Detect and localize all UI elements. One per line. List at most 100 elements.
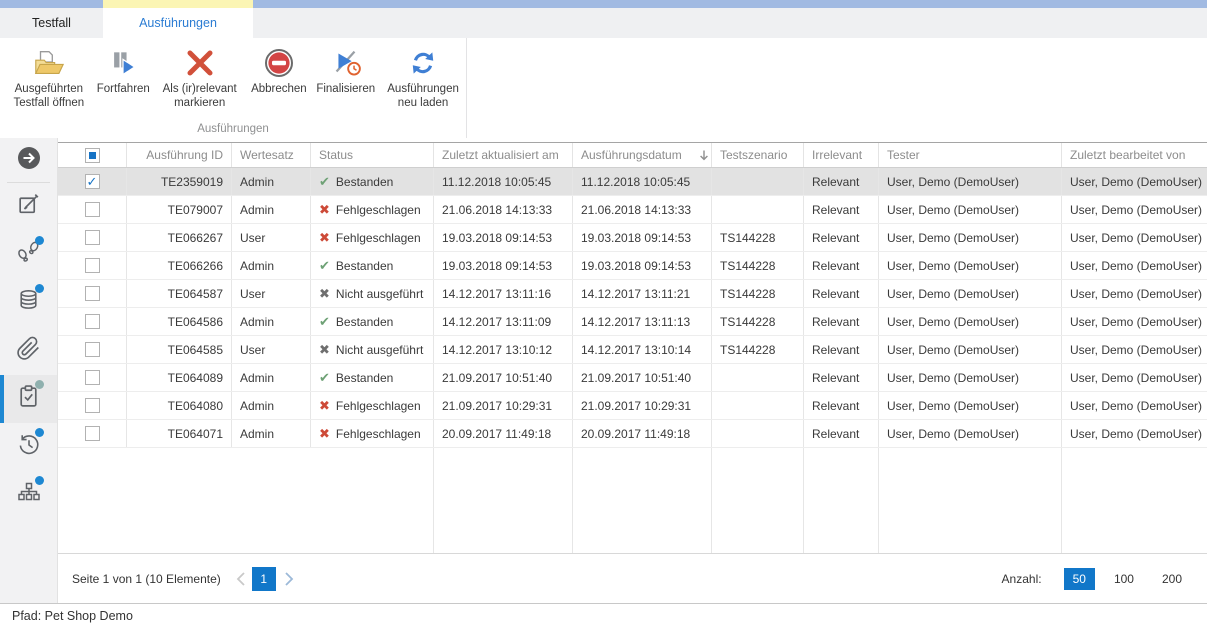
cell-ausfuehrung-id: TE064585 — [127, 336, 232, 363]
previous-page-button[interactable] — [235, 571, 247, 587]
sidebar-item-executions[interactable] — [0, 375, 57, 423]
row-checkbox[interactable] — [85, 398, 100, 413]
mark-irrelevant-icon — [185, 47, 215, 79]
cell-ausfuehrungsdatum: 21.09.2017 10:29:31 — [573, 392, 712, 419]
row-checkbox[interactable] — [85, 370, 100, 385]
next-page-button[interactable] — [283, 571, 295, 587]
column-header-wertesatz[interactable]: Wertesatz — [232, 143, 311, 167]
sidebar-item-data[interactable] — [0, 279, 57, 327]
titlebar-strip — [0, 0, 1207, 8]
cell-irrelevant: Relevant — [804, 392, 879, 419]
table-row[interactable]: TE066267User✖Fehlgeschlagen19.03.2018 09… — [58, 224, 1207, 252]
cell-testszenario: TS144228 — [712, 252, 804, 279]
row-checkbox[interactable] — [85, 230, 100, 245]
page-size-label: Anzahl: — [1002, 572, 1042, 586]
row-checkbox[interactable] — [85, 202, 100, 217]
cell-ausfuehrung-id: TE064587 — [127, 280, 232, 307]
row-checkbox[interactable] — [85, 426, 100, 441]
cell-zuletzt-aktualisiert: 14.12.2017 13:10:12 — [434, 336, 573, 363]
sidebar-item-hierarchy[interactable] — [0, 471, 57, 519]
select-all-checkbox[interactable] — [85, 148, 100, 163]
page-size-option-100[interactable]: 100 — [1105, 568, 1143, 590]
sidebar-item-history[interactable] — [0, 423, 57, 471]
open-executed-testcase-button[interactable]: Ausgeführten Testfall öffnen — [5, 43, 93, 114]
page-number-button[interactable]: 1 — [252, 567, 276, 591]
sidebar-item-attachments[interactable] — [0, 327, 57, 375]
column-header-testszenario[interactable]: Testszenario — [712, 143, 804, 167]
cell-status: ✖Fehlgeschlagen — [311, 392, 434, 419]
column-header-ausfuehrung-id[interactable]: Ausführung ID — [127, 143, 232, 167]
cell-irrelevant: Relevant — [804, 420, 879, 447]
cell-ausfuehrungsdatum: 11.12.2018 10:05:45 — [573, 168, 712, 195]
toolbar-group-ausfuehrungen: Ausgeführten Testfall öffnen Fortfahren … — [0, 38, 467, 138]
cancel-button[interactable]: Abbrechen — [247, 43, 310, 100]
row-checkbox[interactable] — [85, 286, 100, 301]
column-header-ausfuehrungsdatum[interactable]: Ausführungsdatum — [573, 143, 712, 167]
cell-wertesatz: Admin — [232, 392, 311, 419]
column-header-status[interactable]: Status — [311, 143, 434, 167]
table-row[interactable]: TE2359019Admin✔Bestanden11.12.2018 10:05… — [58, 168, 1207, 196]
row-checkbox[interactable] — [85, 174, 100, 189]
table-row[interactable]: TE064071Admin✖Fehlgeschlagen20.09.2017 1… — [58, 420, 1207, 448]
paperclip-icon — [16, 336, 41, 366]
row-select-cell — [58, 168, 127, 195]
button-label: Ausgeführten Testfall öffnen — [7, 82, 91, 110]
table-row[interactable]: TE064586Admin✔Bestanden14.12.2017 13:11:… — [58, 308, 1207, 336]
table-row[interactable]: TE066266Admin✔Bestanden19.03.2018 09:14:… — [58, 252, 1207, 280]
finalize-button[interactable]: Finalisieren — [312, 43, 379, 100]
page-size-option-200[interactable]: 200 — [1153, 568, 1191, 590]
pager: Seite 1 von 1 (10 Elemente) 1 Anzahl: 50… — [58, 553, 1207, 603]
row-checkbox[interactable] — [85, 258, 100, 273]
edit-icon — [16, 192, 41, 222]
table-row[interactable]: TE079007Admin✖Fehlgeschlagen21.06.2018 1… — [58, 196, 1207, 224]
row-checkbox[interactable] — [85, 314, 100, 329]
cell-testszenario — [712, 420, 804, 447]
tab-ausfuehrungen[interactable]: Ausführungen — [103, 8, 253, 38]
notification-badge — [35, 428, 44, 437]
table-row[interactable]: TE064585User✖Nicht ausgeführt14.12.2017 … — [58, 336, 1207, 364]
button-label: Ausführungen neu laden — [383, 82, 463, 110]
cell-zuletzt-aktualisiert: 14.12.2017 13:11:09 — [434, 308, 573, 335]
status-label: Fehlgeschlagen — [336, 203, 421, 217]
cell-wertesatz: Admin — [232, 196, 311, 223]
notification-badge — [35, 236, 44, 245]
table-row[interactable]: TE064089Admin✔Bestanden21.09.2017 10:51:… — [58, 364, 1207, 392]
tab-testfall[interactable]: Testfall — [0, 8, 103, 38]
notification-badge — [35, 380, 44, 389]
cell-status: ✖Fehlgeschlagen — [311, 420, 434, 447]
mark-irrelevant-button[interactable]: Als (ir)relevant markieren — [154, 43, 245, 114]
cell-zuletzt-aktualisiert: 21.09.2017 10:51:40 — [434, 364, 573, 391]
sidebar-item-steps[interactable] — [0, 231, 57, 279]
cell-wertesatz: Admin — [232, 308, 311, 335]
reload-executions-button[interactable]: Ausführungen neu laden — [381, 43, 465, 114]
cell-zuletzt-bearbeitet: User, Demo (DemoUser) — [1062, 196, 1207, 223]
status-label: Fehlgeschlagen — [336, 427, 421, 441]
cell-zuletzt-bearbeitet: User, Demo (DemoUser) — [1062, 252, 1207, 279]
cell-testszenario — [712, 364, 804, 391]
status-passed-icon: ✔ — [319, 175, 330, 188]
resume-button[interactable]: Fortfahren — [95, 43, 152, 100]
status-label: Bestanden — [336, 259, 393, 273]
sidebar-item-edit[interactable] — [0, 183, 57, 231]
column-header-irrelevant[interactable]: Irrelevant — [804, 143, 879, 167]
column-header-tester[interactable]: Tester — [879, 143, 1062, 167]
sidebar-item-collapse-panel[interactable] — [0, 138, 57, 182]
status-notrun-icon: ✖ — [319, 287, 330, 300]
cell-ausfuehrung-id: TE2359019 — [127, 168, 232, 195]
cell-zuletzt-aktualisiert: 21.06.2018 14:13:33 — [434, 196, 573, 223]
cell-status: ✔ Bestanden — [311, 168, 434, 195]
cell-status: ✖Nicht ausgeführt — [311, 336, 434, 363]
button-label: Als (ir)relevant markieren — [156, 82, 243, 110]
table-row[interactable]: TE064587User✖Nicht ausgeführt14.12.2017 … — [58, 280, 1207, 308]
row-checkbox[interactable] — [85, 342, 100, 357]
cell-testszenario — [712, 392, 804, 419]
cell-zuletzt-bearbeitet: User, Demo (DemoUser) — [1062, 336, 1207, 363]
page-size-option-50[interactable]: 50 — [1064, 568, 1095, 590]
table-row[interactable]: TE064080Admin✖Fehlgeschlagen21.09.2017 1… — [58, 392, 1207, 420]
column-header-zuletzt-aktualisiert[interactable]: Zuletzt aktualisiert am — [434, 143, 573, 167]
status-label: Bestanden — [336, 175, 393, 189]
cell-testszenario: TS144228 — [712, 336, 804, 363]
cell-irrelevant: Relevant — [804, 252, 879, 279]
column-header-zuletzt-bearbeitet[interactable]: Zuletzt bearbeitet von — [1062, 143, 1207, 167]
table-body: TE2359019Admin✔Bestanden11.12.2018 10:05… — [58, 168, 1207, 448]
